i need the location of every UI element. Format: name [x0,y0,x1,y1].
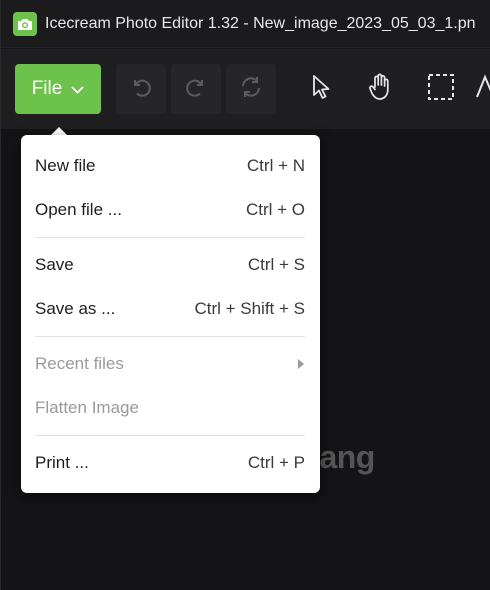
undo-icon [129,75,153,104]
window-title: Icecream Photo Editor 1.32 - New_image_2… [45,14,476,32]
menu-separator [35,237,305,238]
file-menu-button[interactable]: File [15,64,101,114]
hand-icon [367,73,393,106]
selection-icon [427,73,455,106]
file-menu: New file Ctrl + N Open file ... Ctrl + O… [21,135,320,493]
title-bar: Icecream Photo Editor 1.32 - New_image_2… [1,0,490,48]
selection-tool-button[interactable] [416,64,466,114]
app-window: Icecream Photo Editor 1.32 - New_image_2… [0,0,490,590]
menu-item-shortcut: Ctrl + O [245,200,305,219]
menu-item-new-file[interactable]: New file Ctrl + N [21,144,320,188]
reset-button[interactable] [226,64,276,114]
menu-item-label: Flatten Image [35,398,139,417]
menu-separator [35,435,305,436]
menu-item-flatten-image[interactable]: Flatten Image [21,386,320,430]
menu-item-print[interactable]: Print ... Ctrl + P [21,441,320,485]
redo-icon [184,75,208,104]
menu-item-open-file[interactable]: Open file ... Ctrl + O [21,188,320,232]
text-icon [475,73,490,106]
toolbar: File [1,49,490,129]
menu-item-label: New file [35,156,96,175]
menu-item-shortcut: Ctrl + P [247,453,305,472]
menu-item-label: Open file ... [35,200,122,219]
pointer-tool-button[interactable] [296,64,346,114]
file-menu-label: File [31,78,63,99]
chevron-down-icon [71,78,84,100]
menu-item-label: Recent files [35,354,124,373]
menu-item-shortcut: Ctrl + S [247,255,305,274]
reset-icon [238,74,264,105]
hand-tool-button[interactable] [355,64,405,114]
menu-item-recent-files[interactable]: Recent files [21,342,320,386]
undo-button[interactable] [116,64,166,114]
pointer-icon [310,74,332,105]
menu-item-label: Save as ... [35,299,116,318]
redo-button[interactable] [171,64,221,114]
menu-item-shortcut: Ctrl + N [246,156,305,175]
menu-item-label: Print ... [35,453,89,472]
text-tool-button[interactable] [475,64,490,114]
menu-item-save-as[interactable]: Save as ... Ctrl + Shift + S [21,287,320,331]
camera-icon [13,11,37,36]
menu-separator [35,336,305,337]
menu-item-label: Save [35,255,74,274]
chevron-right-icon [298,359,304,369]
menu-item-save[interactable]: Save Ctrl + S [21,243,320,287]
menu-item-shortcut: Ctrl + Shift + S [194,299,305,318]
